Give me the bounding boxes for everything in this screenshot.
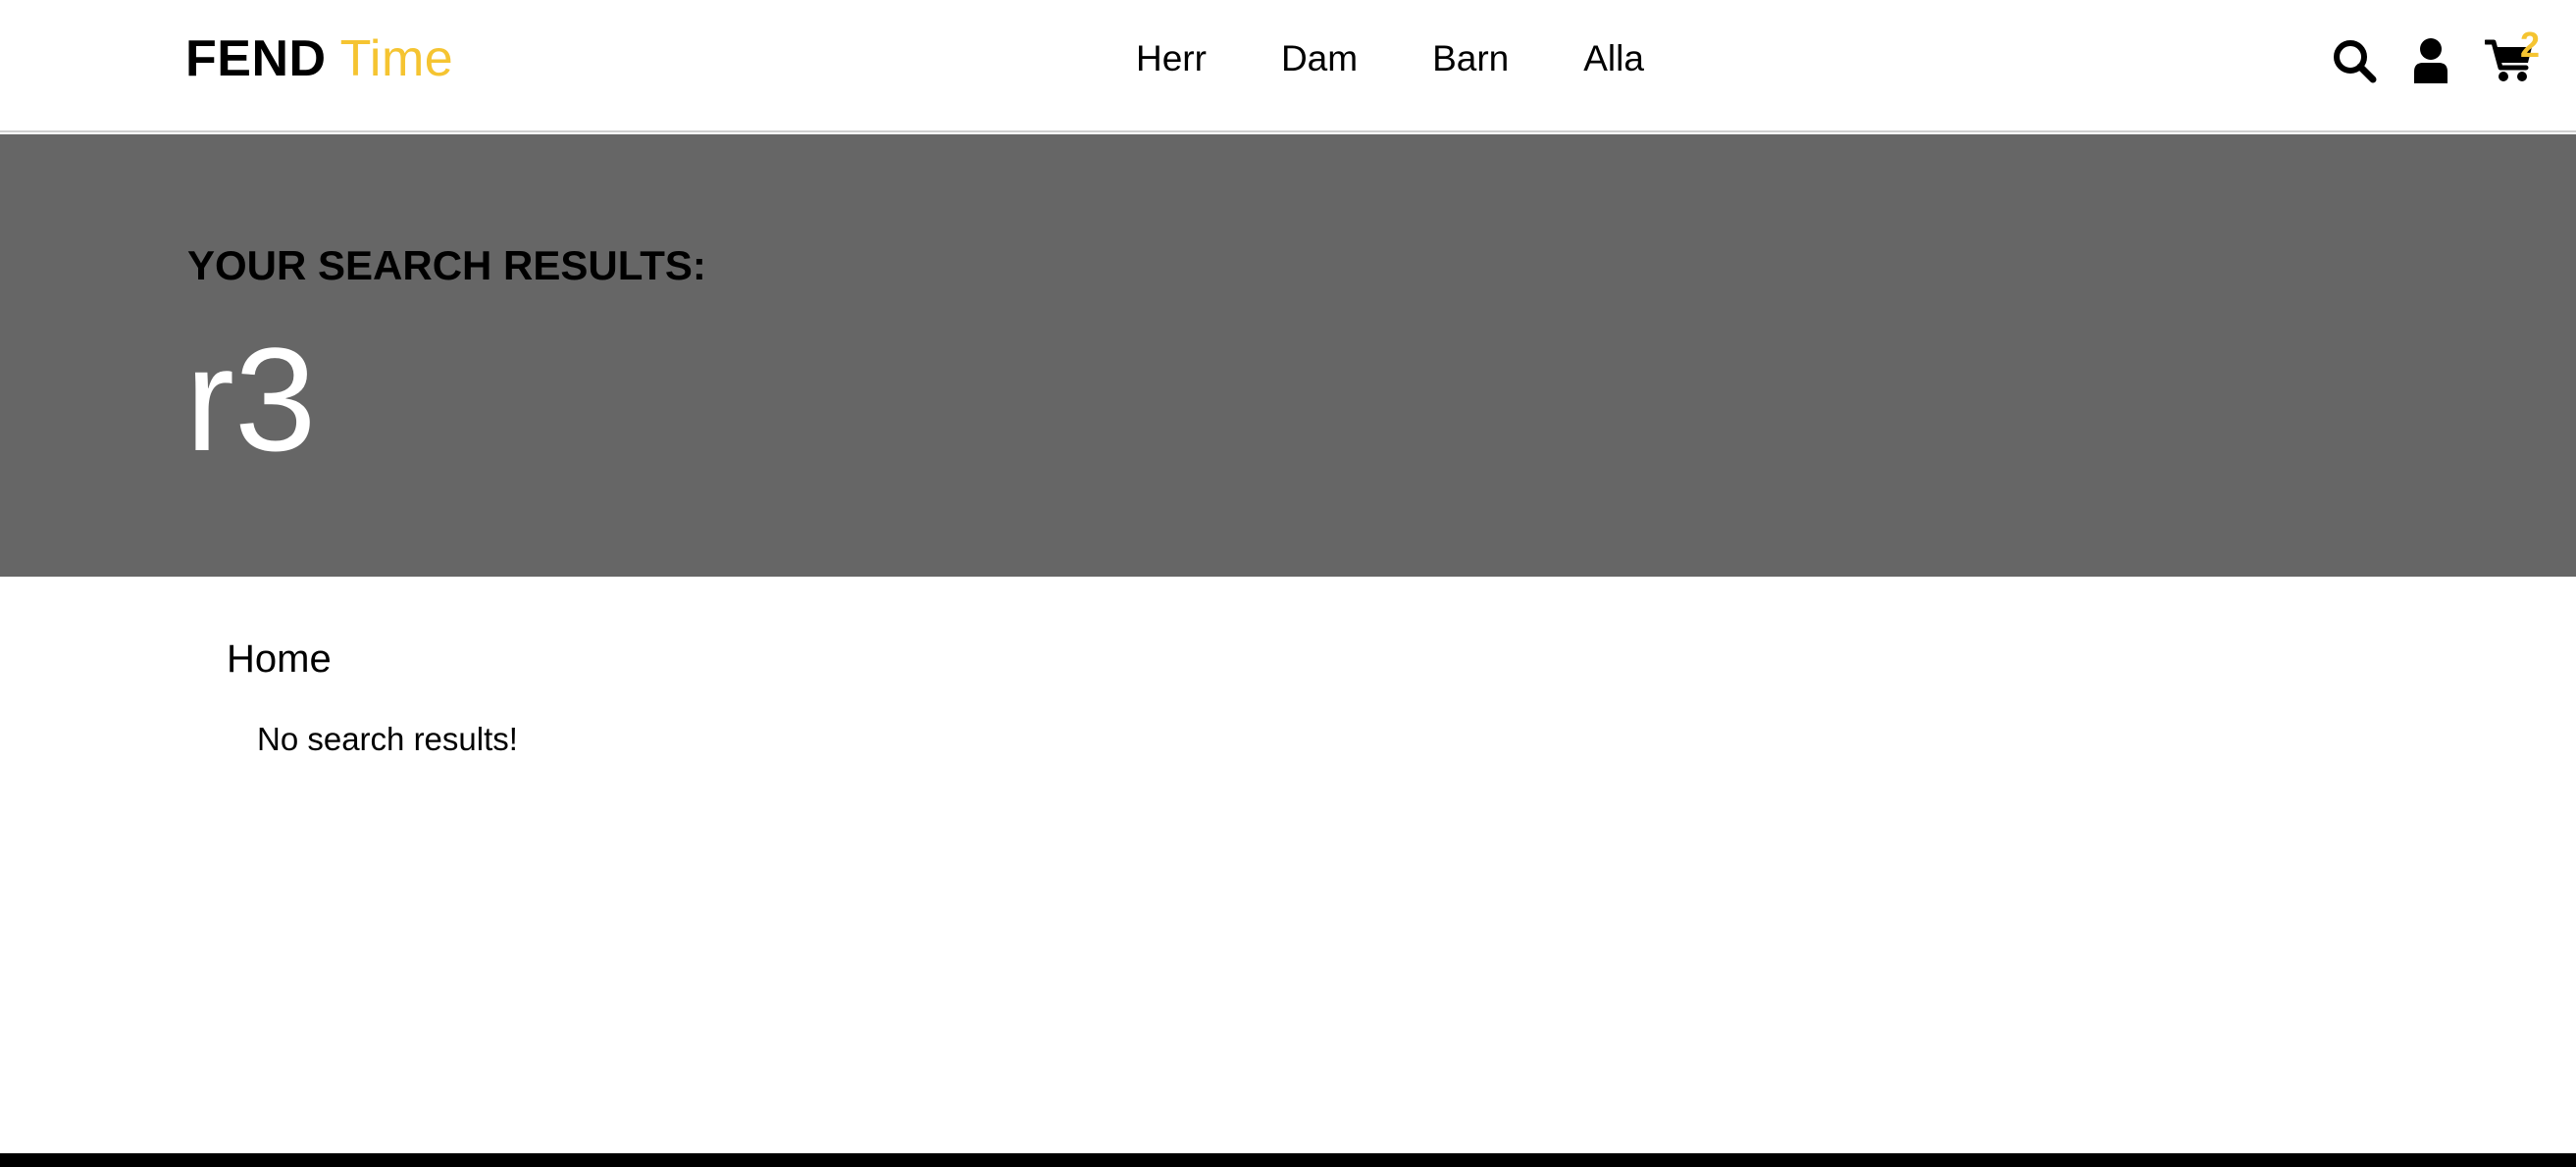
search-banner: YOUR SEARCH RESULTS: r3 [0, 134, 2576, 577]
site-header: FEND Time Herr Dam Barn Alla 2 [0, 0, 2576, 132]
logo-accent: Time [339, 30, 454, 87]
nav-link-alla[interactable]: Alla [1583, 35, 1644, 82]
cart-count-badge: 2 [2520, 25, 2541, 65]
account-button[interactable] [2401, 33, 2460, 88]
nav-link-dam[interactable]: Dam [1281, 35, 1358, 82]
nav-link-herr[interactable]: Herr [1136, 35, 1207, 82]
search-icon [2334, 40, 2377, 83]
site-logo[interactable]: FEND Time [185, 29, 453, 88]
breadcrumb: Home [227, 635, 332, 683]
user-icon [2414, 38, 2447, 83]
search-query: r3 [185, 317, 317, 482]
logo-brand: FEND [185, 30, 327, 87]
search-button[interactable] [2325, 33, 2384, 88]
no-results-message: No search results! [257, 721, 518, 757]
search-results-heading: YOUR SEARCH RESULTS: [187, 242, 706, 288]
nav-link-barn[interactable]: Barn [1432, 35, 1509, 82]
footer-strip [0, 1153, 2576, 1167]
breadcrumb-home[interactable]: Home [227, 637, 332, 681]
main-nav: Herr Dam Barn Alla [1136, 35, 1644, 82]
